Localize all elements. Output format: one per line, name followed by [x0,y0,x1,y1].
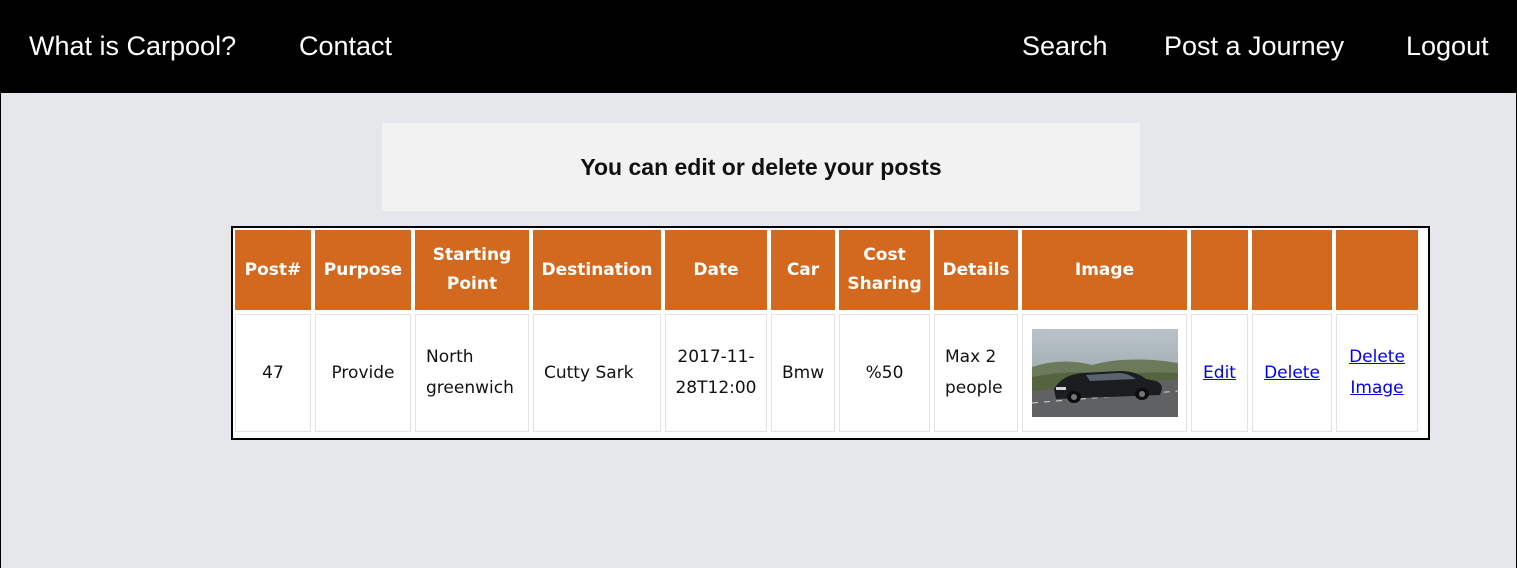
header-delete-image [1336,230,1418,310]
table-header-row: Post# Purpose Starting Point Destination… [235,230,1418,310]
header-edit [1191,230,1248,310]
header-post-number: Post# [235,230,311,310]
table-row: 47 Provide North greenwich Cutty Sark 20… [235,314,1418,432]
nav-contact[interactable]: Contact [299,28,392,64]
header-image: Image [1022,230,1187,310]
posts-table-container: Post# Purpose Starting Point Destination… [231,226,1430,440]
cell-starting-point: North greenwich [415,314,529,432]
header-details: Details [934,230,1018,310]
header-destination: Destination [533,230,661,310]
nav-search[interactable]: Search [1022,28,1108,64]
cell-car: Bmw [771,314,835,432]
cell-delete-image: Delete Image [1336,314,1418,432]
nav-what-is-carpool[interactable]: What is Carpool? [29,28,236,64]
page-title: You can edit or delete your posts [580,153,942,180]
cell-destination: Cutty Sark [533,314,661,432]
cell-edit: Edit [1191,314,1248,432]
header-purpose: Purpose [315,230,411,310]
posts-table: Post# Purpose Starting Point Destination… [231,226,1422,436]
header-starting-point: Starting Point [415,230,529,310]
edit-link[interactable]: Edit [1203,363,1236,383]
nav-post-a-journey[interactable]: Post a Journey [1164,28,1344,64]
cell-date: 2017-11-28T12:00 [665,314,767,432]
header-date: Date [665,230,767,310]
top-navbar: What is Carpool? Contact Search Post a J… [1,0,1517,93]
header-delete [1252,230,1332,310]
cell-post-number: 47 [235,314,311,432]
nav-logout[interactable]: Logout [1406,28,1489,64]
header-car: Car [771,230,835,310]
page-banner: You can edit or delete your posts [382,123,1140,211]
cell-details: Max 2 people [934,314,1018,432]
delete-link[interactable]: Delete [1264,363,1320,383]
car-photo [1031,329,1178,417]
cell-delete: Delete [1252,314,1332,432]
cell-image [1022,314,1187,432]
cell-purpose: Provide [315,314,411,432]
cell-cost-sharing: %50 [839,314,930,432]
delete-image-link[interactable]: Delete Image [1349,347,1405,398]
header-cost-sharing: Cost Sharing [839,230,930,310]
